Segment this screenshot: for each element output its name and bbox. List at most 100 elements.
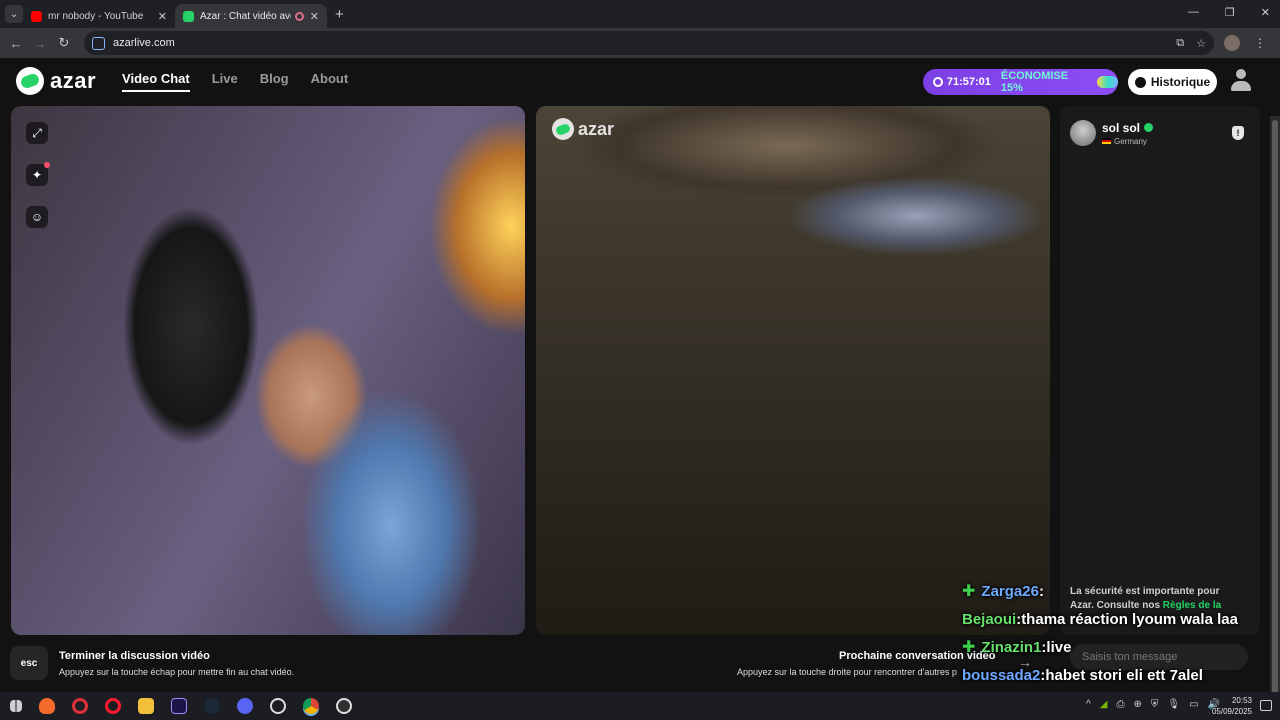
plus-icon: ✚ — [962, 639, 976, 656]
logo-text: azar — [50, 68, 97, 93]
plus-icon: ✚ — [962, 583, 976, 600]
partner-name: sol sol — [1102, 120, 1141, 135]
usb-icon[interactable]: ⎙ — [1117, 699, 1125, 710]
obs-icon[interactable] — [336, 698, 352, 714]
chat-line: boussada2 : habet stori eli ett 7alel — [962, 662, 1262, 690]
close-window-icon[interactable]: ✕ — [1261, 6, 1270, 19]
promo-timer-pill[interactable]: 71:57:01 ÉCONOMISE 15% — [923, 69, 1118, 95]
clock-date: 05/09/2025 — [1211, 707, 1252, 716]
azar-watermark-icon — [552, 118, 574, 140]
video-tools: ⤢ ✦ ☺ — [26, 122, 50, 228]
partner-info[interactable]: sol sol Germany — [1070, 120, 1154, 146]
profile-avatar-icon[interactable] — [1224, 35, 1240, 51]
media-player-icon[interactable] — [270, 698, 286, 714]
chat-user: Zarga26 — [981, 583, 1039, 600]
user-account-icon[interactable] — [1230, 69, 1252, 93]
minimize-icon[interactable]: — — [1188, 6, 1199, 19]
chrome-icon[interactable] — [303, 698, 319, 714]
close-tab-icon[interactable]: ✕ — [310, 10, 319, 23]
url-field[interactable]: azarlive.com ⧉ ☆ — [84, 31, 1214, 55]
bookmark-star-icon[interactable]: ☆ — [1196, 37, 1206, 50]
face-mask-icon[interactable]: ☺ — [26, 206, 48, 228]
install-app-icon[interactable]: ⧉ — [1176, 37, 1184, 50]
brave-browser-icon[interactable] — [39, 698, 55, 714]
chat-user: Zinazin1 — [981, 639, 1042, 656]
partner-country-row: Germany — [1102, 137, 1153, 146]
azar-logo[interactable]: azar — [16, 67, 96, 95]
network-icon[interactable]: ▭ — [1189, 699, 1198, 710]
timer-text: 71:57:01 — [946, 76, 991, 88]
azar-favicon-icon — [183, 10, 194, 22]
system-tray: ^ ◢ ⎙ ⊕ ⛨ 🎙 ▭ 🔊 — [1086, 699, 1220, 710]
report-shield-icon[interactable]: ! — [1232, 126, 1244, 140]
browser-tab-bar: ⌄ mr nobody - YouTube ✕ Azar : Chat vidé… — [0, 0, 1280, 28]
azar-watermark: azar — [552, 118, 614, 140]
reload-icon[interactable]: ↻ — [52, 35, 76, 51]
opera-gx-icon[interactable] — [72, 698, 88, 714]
premiere-pro-icon[interactable] — [171, 698, 187, 714]
steam-icon[interactable] — [204, 698, 220, 714]
new-tab-button[interactable]: + — [335, 6, 344, 23]
menu-dots-icon[interactable]: ⋮ — [1254, 36, 1266, 50]
partner-name-row: sol sol — [1102, 120, 1154, 135]
chat-text: habet stori eli ett 7alel — [1045, 667, 1203, 684]
forward-arrow-icon[interactable]: → — [28, 36, 52, 51]
url-text: azarlive.com — [113, 37, 175, 49]
end-chat-title: Terminer la discussion vidéo — [59, 650, 210, 662]
close-tab-icon[interactable]: ✕ — [158, 10, 167, 23]
back-arrow-icon[interactable]: ← — [4, 36, 28, 51]
chat-line: ✚ Zarga26 : — [962, 578, 1262, 606]
address-bar-row: ← → ↻ azarlive.com ⧉ ☆ ⋮ — [0, 28, 1280, 58]
recording-icon — [294, 11, 304, 21]
tab-title: Azar : Chat vidéo avec de n — [200, 10, 291, 22]
chat-line: Bejaoui : thama réaction lyoum wala laa — [962, 606, 1262, 634]
chat-line: ✚ Zinazin1 : live — [962, 634, 1262, 662]
nav-blog[interactable]: Blog — [260, 71, 289, 92]
chat-user: boussada2 — [962, 667, 1041, 684]
site-info-icon[interactable] — [92, 36, 105, 50]
nvidia-icon[interactable]: ◢ — [1100, 699, 1108, 710]
main-nav: Video Chat Live Blog About — [122, 71, 348, 92]
file-explorer-icon[interactable] — [138, 698, 154, 714]
end-chat-hint[interactable]: Terminer la discussion vidéo Appuyez sur… — [59, 650, 294, 677]
opera-icon[interactable] — [105, 698, 121, 714]
partner-video — [536, 106, 1050, 635]
nav-about[interactable]: About — [311, 71, 349, 92]
expand-icon[interactable]: ⤢ — [26, 122, 48, 144]
history-button[interactable]: Historique — [1128, 69, 1217, 95]
history-clock-icon — [1134, 76, 1146, 88]
chat-text: live — [1046, 639, 1072, 656]
chat-text: thama réaction lyoum wala laa — [1021, 611, 1238, 628]
nav-video-chat[interactable]: Video Chat — [122, 71, 190, 92]
watermark-text: azar — [578, 118, 615, 139]
clock-time: 20:53 — [1231, 696, 1252, 705]
page-scrollbar[interactable] — [1270, 116, 1280, 720]
savings-text: ÉCONOMISE 15% — [1000, 70, 1069, 94]
tray-chevron-icon[interactable]: ^ — [1086, 699, 1091, 710]
windows-taskbar: ^ ◢ ⎙ ⊕ ⛨ 🎙 ▭ 🔊 20:53 05/09/2025 — [0, 692, 1280, 720]
chat-sep: : — [1038, 583, 1044, 600]
tab-title: mr nobody - YouTube — [48, 10, 144, 22]
azar-logo-icon — [16, 67, 44, 95]
tray-app-icon[interactable]: ⊕ — [1134, 699, 1142, 710]
taskbar-clock[interactable]: 20:53 05/09/2025 — [1212, 695, 1252, 717]
discord-icon[interactable] — [237, 698, 253, 714]
notification-icon[interactable] — [1260, 700, 1272, 711]
microphone-icon[interactable]: 🎙 — [1167, 699, 1180, 710]
esc-key-badge[interactable]: esc — [10, 646, 48, 680]
site-header: azar Video Chat Live Blog About 71:57:01… — [0, 58, 1270, 104]
verified-badge-icon — [1144, 123, 1154, 132]
end-chat-subtitle: Appuyez sur la touche échap pour mettre … — [59, 667, 295, 677]
sparkle-effects-icon[interactable]: ✦ — [26, 162, 50, 186]
tab-azar[interactable]: Azar : Chat vidéo avec de n ✕ — [175, 4, 327, 28]
nav-live[interactable]: Live — [212, 71, 238, 92]
germany-flag-icon — [1102, 138, 1111, 144]
windows-start-icon[interactable] — [10, 700, 22, 712]
chat-side-panel: sol sol Germany ! — [1060, 106, 1260, 635]
security-icon[interactable]: ⛨ — [1151, 699, 1159, 710]
tab-youtube[interactable]: mr nobody - YouTube ✕ — [23, 4, 175, 28]
youtube-favicon-icon — [31, 10, 42, 22]
tab-search-chevron-icon[interactable]: ⌄ — [5, 5, 23, 23]
restore-icon[interactable]: ❐ — [1225, 6, 1235, 19]
stream-chat-overlay: ✚ Zarga26 : Bejaoui : thama réaction lyo… — [962, 578, 1262, 690]
